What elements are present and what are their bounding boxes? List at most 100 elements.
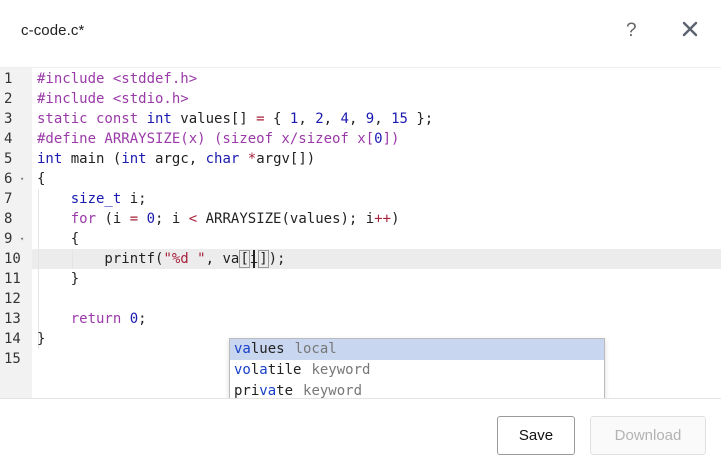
autocomplete-kind: keyword	[303, 383, 363, 399]
code-token: ,	[298, 111, 316, 127]
line-number: 1	[0, 69, 32, 89]
code-token: argv[])	[256, 151, 316, 167]
fold-arrow-icon[interactable]: ▾	[20, 236, 24, 243]
code-token: ,	[348, 111, 366, 127]
close-icon[interactable]	[680, 18, 700, 40]
dialog-footer: Save Download	[0, 398, 721, 470]
code-line[interactable]: return 0;	[37, 309, 721, 329]
line-number-label: 9	[4, 231, 13, 247]
code-token: int	[121, 151, 147, 167]
file-title: c-code.c*	[21, 22, 85, 39]
line-number: 4	[0, 129, 32, 149]
code-token: i;	[121, 191, 147, 207]
line-number: 11	[0, 269, 32, 289]
code-token: }	[37, 271, 80, 287]
line-number-label: 6	[4, 171, 13, 187]
code-line[interactable]: #define ARRAYSIZE(x) (sizeof x/sizeof x[…	[37, 129, 721, 149]
help-icon[interactable]: ?	[626, 20, 637, 42]
autocomplete-match-text: vo	[234, 362, 251, 378]
code-token: #define ARRAYSIZE(x) (sizeof x/sizeof x[	[37, 131, 375, 147]
line-number-label: 2	[4, 91, 13, 107]
autocomplete-name-text: lues	[250, 341, 285, 357]
code-token: {	[37, 231, 80, 247]
autocomplete-match-text: va	[234, 341, 251, 357]
autocomplete-match-text: a	[259, 362, 268, 378]
code-token: <	[188, 211, 198, 227]
autocomplete-name-text: pri	[234, 383, 260, 399]
code-line[interactable]	[37, 289, 721, 309]
autocomplete-kind: local	[294, 341, 337, 357]
line-number-label: 10	[4, 251, 21, 267]
code-line[interactable]: int main (int argc, char *argv[])	[37, 149, 721, 169]
line-number: 12	[0, 289, 32, 309]
line-number: 14	[0, 329, 32, 349]
code-token: "%d "	[163, 251, 206, 267]
code-token: ,	[374, 111, 392, 127]
code-token: return	[70, 311, 122, 327]
code-line[interactable]: static const int values[] = { 1, 2, 4, 9…	[37, 109, 721, 129]
code-token: {	[37, 171, 46, 187]
dialog-header: c-code.c* ?	[0, 0, 721, 66]
autocomplete-item[interactable]: volatile keyword	[230, 360, 604, 381]
code-line[interactable]: printf("%d ", va[i]);	[37, 249, 721, 269]
code-token: {	[264, 111, 290, 127]
save-button[interactable]: Save	[497, 416, 575, 455]
code-token: *	[247, 151, 257, 167]
code-line[interactable]: {	[37, 229, 721, 249]
autocomplete-match-text: va	[259, 383, 277, 399]
code-token: argc,	[146, 151, 206, 167]
code-token: };	[407, 111, 434, 127]
code-token: int	[146, 111, 172, 127]
code-token: ,	[323, 111, 341, 127]
text-cursor	[253, 250, 255, 268]
line-number-label: 5	[4, 151, 13, 167]
line-number-label: 1	[4, 71, 13, 87]
code-token: char	[205, 151, 240, 167]
line-number-label: 13	[4, 311, 21, 327]
code-token: }	[37, 331, 46, 347]
line-number: 9 ▾	[0, 229, 32, 249]
code-token: ++	[374, 211, 392, 227]
code-line[interactable]: #include <stddef.h>	[37, 69, 721, 89]
line-number-label: 4	[4, 131, 13, 147]
code-line[interactable]: size_t i;	[37, 189, 721, 209]
code-token: (i	[96, 211, 130, 227]
code-token: main (	[62, 151, 122, 167]
code-token: 0	[146, 211, 156, 227]
code-token: for	[70, 211, 97, 227]
code-token: , va	[205, 251, 240, 267]
code-token: ]	[258, 250, 269, 268]
line-number-label: 7	[4, 191, 13, 207]
line-number-label: 3	[4, 111, 13, 127]
line-number: 6 ▾	[0, 169, 32, 189]
code-token: 2	[315, 111, 324, 127]
code-token: printf(	[37, 251, 164, 267]
code-token: 15	[391, 111, 408, 127]
download-button[interactable]: Download	[590, 416, 706, 455]
fold-arrow-icon[interactable]: ▾	[20, 176, 24, 183]
line-number-label: 8	[4, 211, 13, 227]
code-line[interactable]: for (i = 0; i < ARRAYSIZE(values); i++)	[37, 209, 721, 229]
code-token: [	[239, 250, 250, 268]
line-number-label: 14	[4, 331, 21, 347]
code-token: #include <stdio.h>	[37, 91, 189, 107]
code-token: ARRAYSIZE(values); i	[197, 211, 375, 227]
autocomplete-kind: keyword	[311, 362, 371, 378]
line-number: 13	[0, 309, 32, 329]
line-number: 3	[0, 109, 32, 129]
code-token: ;	[138, 311, 147, 327]
line-number-label: 11	[4, 271, 21, 287]
autocomplete-item[interactable]: values local	[230, 339, 604, 360]
code-editor[interactable]: 1 2 3 4 5 6 ▾ 7 8 9 ▾ 10 11 12 13 14 15 #include <stddef…	[0, 67, 721, 424]
code-token: ; i	[155, 211, 189, 227]
code-line[interactable]: {	[37, 169, 721, 189]
code-line[interactable]: #include <stdio.h>	[37, 89, 721, 109]
code-line[interactable]: }	[37, 269, 721, 289]
code-token: );	[268, 251, 286, 267]
autocomplete-name-text: te	[276, 383, 294, 399]
code-token: int	[37, 151, 63, 167]
